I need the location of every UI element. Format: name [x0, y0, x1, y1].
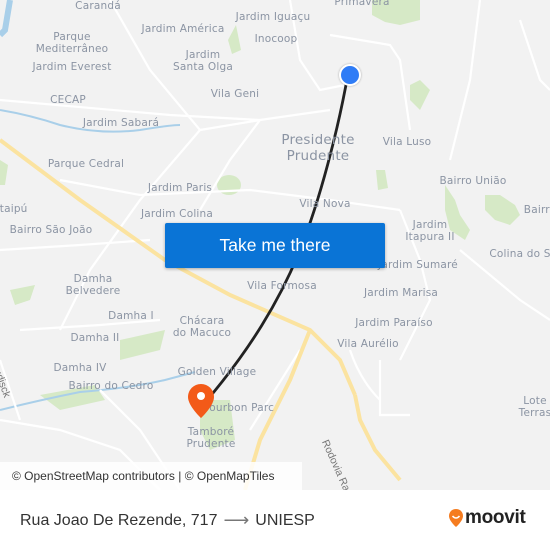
- neighborhood-label: Vila Nova: [299, 198, 351, 210]
- moovit-pin-icon: [449, 509, 463, 527]
- neighborhood-label: Jardim Sabará: [82, 117, 160, 129]
- neighborhood-label: Parque Cedral: [47, 158, 125, 170]
- neighborhood-label: Lote Terras: [518, 395, 550, 419]
- moovit-logo[interactable]: moovit: [448, 507, 526, 529]
- neighborhood-label: Vila Aurélio: [337, 338, 399, 350]
- neighborhood-label: Vila Geni: [210, 88, 260, 100]
- city-label: Presidente Prudente: [281, 132, 355, 164]
- neighborhood-label: Jardim Paraíso: [355, 317, 433, 329]
- neighborhood-label: Primavera: [334, 0, 390, 8]
- neighborhood-label: Bairro do Cedro: [68, 380, 154, 392]
- neighborhood-label: Parque Mediterrâneo: [35, 31, 109, 55]
- neighborhood-label: Jardim Colina: [140, 208, 214, 220]
- neighborhood-label: Jardim Santa Olga: [173, 49, 233, 73]
- neighborhood-label: Jardim Itapura II: [405, 219, 455, 243]
- neighborhood-label: Tamboré Prudente: [186, 426, 236, 450]
- neighborhood-label: Colina do S: [489, 248, 550, 260]
- map-pin-icon: [188, 384, 214, 418]
- neighborhood-label: Carandá: [75, 0, 121, 12]
- neighborhood-label: Jardim Paris: [147, 182, 213, 194]
- neighborhood-label: Damha IV: [53, 362, 107, 374]
- destination-label: UNIESP: [255, 511, 315, 529]
- neighborhood-label: Damha II: [70, 332, 120, 344]
- attribution-text[interactable]: © OpenStreetMap contributors | © OpenMap…: [12, 469, 274, 483]
- route-summary: Rua Joao De Rezende, 717 ⟶ UNIESP: [20, 510, 315, 531]
- neighborhood-label: Vila Luso: [382, 136, 432, 148]
- neighborhood-label: Golden Village: [177, 366, 257, 378]
- neighborhood-label: Vila Formosa: [247, 280, 317, 292]
- origin-marker[interactable]: [339, 64, 361, 86]
- neighborhood-label: Bairro União: [439, 175, 507, 187]
- neighborhood-label: Itaipú: [0, 203, 28, 215]
- neighborhood-label: Bairro São João: [9, 224, 93, 236]
- brand-name: moovit: [465, 507, 526, 528]
- neighborhood-label: Damha I: [108, 310, 154, 322]
- neighborhood-label: Damha Belvedere: [65, 273, 121, 297]
- neighborhood-label: Jardim Iguaçu: [235, 11, 311, 23]
- neighborhood-label: Chácara do Macuco: [172, 315, 232, 339]
- map-canvas[interactable]: Carandá Primavera Jardim América Jardim Igu…: [0, 0, 550, 490]
- neighborhood-label: Jardim Marisa: [363, 287, 439, 299]
- neighborhood-label: Jardim Sumaré: [378, 259, 458, 271]
- neighborhood-label: Jardim Everest: [32, 61, 112, 73]
- neighborhood-label: Jardim América: [141, 23, 225, 35]
- neighborhood-label: CECAP: [50, 94, 86, 106]
- arrow-right-icon: ⟶: [223, 510, 250, 530]
- origin-label: Rua Joao De Rezende, 717: [20, 511, 218, 529]
- take-me-there-button[interactable]: Take me there: [165, 223, 385, 268]
- neighborhood-label: Inocoop: [254, 33, 298, 45]
- neighborhood-label: Bairro: [523, 204, 550, 216]
- map-attribution[interactable]: © OpenStreetMap contributors | © OpenMap…: [0, 462, 302, 490]
